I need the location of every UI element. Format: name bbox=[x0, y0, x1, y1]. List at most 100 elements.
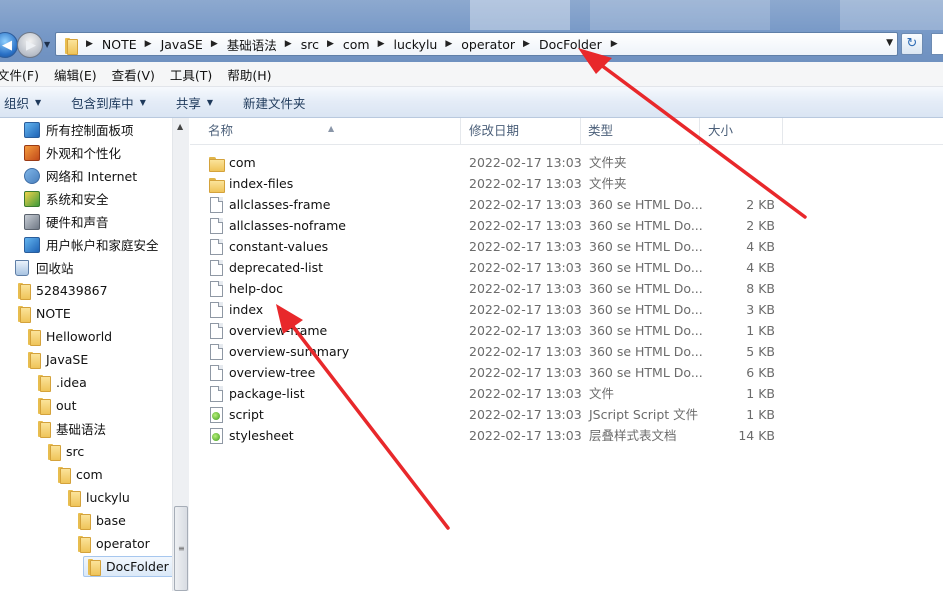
file-type: JScript Script 文件 bbox=[589, 407, 699, 422]
user-accounts-icon bbox=[24, 236, 40, 253]
nav-item[interactable]: 网络和 Internet bbox=[24, 165, 137, 186]
organize-button[interactable]: 组织 ▼ bbox=[4, 93, 41, 112]
refresh-button[interactable]: ↻ bbox=[901, 33, 923, 55]
nav-item[interactable]: Helloworld bbox=[24, 326, 112, 347]
nav-item[interactable]: NOTE bbox=[14, 303, 71, 324]
column-name[interactable]: 名称 ▲ bbox=[190, 118, 461, 144]
file-date: 2022-02-17 13:03 bbox=[469, 302, 582, 317]
navigation-scrollbar[interactable]: ▲ ≡ bbox=[172, 118, 189, 591]
nav-item-label: com bbox=[76, 467, 103, 482]
forward-button[interactable]: ▶ bbox=[17, 32, 43, 58]
file-row[interactable]: index-files 2022-02-17 13:03 文件夹 bbox=[190, 173, 943, 194]
menu-item[interactable]: 帮助(H) bbox=[227, 65, 271, 84]
caret-down-icon: ▼ bbox=[206, 97, 214, 107]
column-type[interactable]: 类型 bbox=[581, 118, 700, 144]
file-name-cell: help-doc bbox=[208, 278, 283, 299]
nav-item[interactable]: com bbox=[54, 464, 103, 485]
menu-item[interactable]: 编辑(E) bbox=[54, 65, 97, 84]
menu-item[interactable]: 工具(T) bbox=[170, 65, 212, 84]
breadcrumb-item[interactable]: ▶ JavaSE bbox=[137, 37, 203, 52]
menu-item[interactable]: 文件(F) bbox=[0, 65, 39, 84]
nav-item[interactable]: 所有控制面板项 bbox=[24, 119, 134, 140]
hardware-sound-icon bbox=[24, 213, 40, 230]
search-box[interactable] bbox=[931, 33, 943, 55]
nav-item[interactable]: 回收站 bbox=[14, 257, 74, 278]
menu-item[interactable]: 查看(V) bbox=[112, 65, 155, 84]
folder-icon bbox=[54, 466, 71, 484]
breadcrumb-item[interactable]: ▶ com bbox=[319, 37, 370, 52]
css-file-icon bbox=[210, 427, 223, 444]
include-in-library-button[interactable]: 包含到库中 ▼ bbox=[71, 93, 146, 112]
breadcrumb-item[interactable]: ▶ luckylu bbox=[370, 37, 438, 52]
file-icon-wrapper bbox=[208, 301, 224, 318]
file-row[interactable]: package-list 2022-02-17 13:03 文件 1 KB bbox=[190, 383, 943, 404]
nav-item-icon bbox=[14, 282, 31, 300]
file-size: 8 KB bbox=[746, 281, 775, 296]
breadcrumb-item[interactable]: ▶ src bbox=[277, 37, 319, 52]
breadcrumb-chevron-icon[interactable]: ▶ bbox=[523, 39, 530, 49]
file-row[interactable]: help-doc 2022-02-17 13:03 360 se HTML Do..… bbox=[190, 278, 943, 299]
nav-item-icon bbox=[64, 489, 81, 507]
file-row[interactable]: index 2022-02-17 13:03 360 se HTML Do... 3 … bbox=[190, 299, 943, 320]
nav-item[interactable]: base bbox=[74, 510, 126, 531]
file-row[interactable]: deprecated-list 2022-02-17 13:03 360 se HT… bbox=[190, 257, 943, 278]
file-name-cell: script bbox=[208, 404, 264, 425]
breadcrumb-item[interactable]: ▶ DocFolder bbox=[515, 37, 602, 52]
html-file-icon bbox=[210, 280, 223, 297]
nav-item[interactable]: 用户帐户和家庭安全 bbox=[24, 234, 159, 255]
scrollbar-thumb[interactable]: ≡ bbox=[174, 506, 188, 591]
nav-item[interactable]: luckylu bbox=[64, 487, 130, 508]
file-row[interactable]: script 2022-02-17 13:03 JScript Script 文件 1… bbox=[190, 404, 943, 425]
breadcrumb-subfolder-menu[interactable]: ▶ bbox=[602, 39, 627, 49]
breadcrumb-chevron-icon[interactable]: ▶ bbox=[445, 39, 452, 49]
nav-item[interactable]: 基础语法 bbox=[34, 418, 106, 439]
file-row[interactable]: allclasses-noframe 2022-02-17 13:03 360 se… bbox=[190, 215, 943, 236]
breadcrumb-item[interactable]: ▶ NOTE bbox=[78, 37, 137, 52]
file-row[interactable]: overview-tree 2022-02-17 13:03 360 se HTML… bbox=[190, 362, 943, 383]
nav-item[interactable]: 系统和安全 bbox=[24, 188, 109, 209]
nav-item[interactable]: out bbox=[34, 395, 76, 416]
breadcrumb-chevron-icon[interactable]: ▶ bbox=[285, 39, 292, 49]
file-row[interactable]: allclasses-frame 2022-02-17 13:03 360 se H… bbox=[190, 194, 943, 215]
breadcrumb-label: DocFolder bbox=[538, 36, 602, 52]
file-date: 2022-02-17 13:03 bbox=[469, 239, 582, 254]
breadcrumb-chevron-icon[interactable]: ▶ bbox=[86, 39, 93, 49]
nav-item[interactable]: .idea bbox=[34, 372, 87, 393]
breadcrumb-chevron-icon[interactable]: ▶ bbox=[211, 39, 218, 49]
address-history-dropdown[interactable]: ▼ bbox=[886, 38, 893, 48]
back-button[interactable]: ◀ bbox=[0, 32, 18, 58]
breadcrumb-chevron-icon[interactable]: ▶ bbox=[378, 39, 385, 49]
file-row[interactable]: constant-values 2022-02-17 13:03 360 se HT… bbox=[190, 236, 943, 257]
breadcrumb-item[interactable]: ▶ operator bbox=[437, 37, 515, 52]
breadcrumb-label: luckylu bbox=[393, 36, 438, 52]
script-file-icon bbox=[210, 406, 223, 423]
file-row[interactable]: overview-summary 2022-02-17 13:03 360 se H… bbox=[190, 341, 943, 362]
address-bar[interactable]: ▶ NOTE ▶ JavaSE ▶ 基础语法 ▶ src ▶ com ▶ luckylu ▶ operat… bbox=[55, 32, 898, 56]
nav-item[interactable]: src bbox=[44, 441, 84, 462]
nav-item-icon bbox=[14, 305, 31, 323]
nav-item[interactable]: 528439867 bbox=[14, 280, 108, 301]
file-name: index bbox=[229, 302, 264, 317]
nav-item[interactable]: operator bbox=[74, 533, 150, 554]
breadcrumb-chevron-icon[interactable]: ▶ bbox=[145, 39, 152, 49]
new-folder-button[interactable]: 新建文件夹 bbox=[243, 93, 306, 112]
nav-item[interactable]: 硬件和声音 bbox=[24, 211, 109, 232]
breadcrumb-chevron-icon[interactable]: ▶ bbox=[611, 39, 618, 49]
file-row[interactable]: overview-frame 2022-02-17 13:03 360 se HTM… bbox=[190, 320, 943, 341]
breadcrumb-item[interactable]: ▶ 基础语法 bbox=[203, 35, 277, 54]
file-row[interactable]: com 2022-02-17 13:03 文件夹 bbox=[190, 152, 943, 173]
breadcrumb-chevron-icon[interactable]: ▶ bbox=[327, 39, 334, 49]
file-icon-wrapper bbox=[208, 427, 224, 444]
organize-label: 组织 bbox=[4, 95, 30, 111]
column-size[interactable]: 大小 bbox=[700, 118, 783, 144]
nav-item[interactable]: 外观和个性化 bbox=[24, 142, 121, 163]
recent-pages-dropdown[interactable]: ▼ bbox=[44, 40, 50, 49]
nav-item-label: 网络和 Internet bbox=[46, 169, 138, 184]
background-window-blur bbox=[590, 0, 770, 30]
scroll-up-icon[interactable]: ▲ bbox=[177, 122, 183, 131]
nav-item[interactable]: JavaSE bbox=[24, 349, 88, 370]
file-row[interactable]: stylesheet 2022-02-17 13:03 层叠样式表文档 14 KB bbox=[190, 425, 943, 446]
column-date[interactable]: 修改日期 bbox=[461, 118, 581, 144]
nav-item[interactable]: DocFolder bbox=[83, 556, 172, 577]
share-button[interactable]: 共享 ▼ bbox=[176, 93, 213, 112]
